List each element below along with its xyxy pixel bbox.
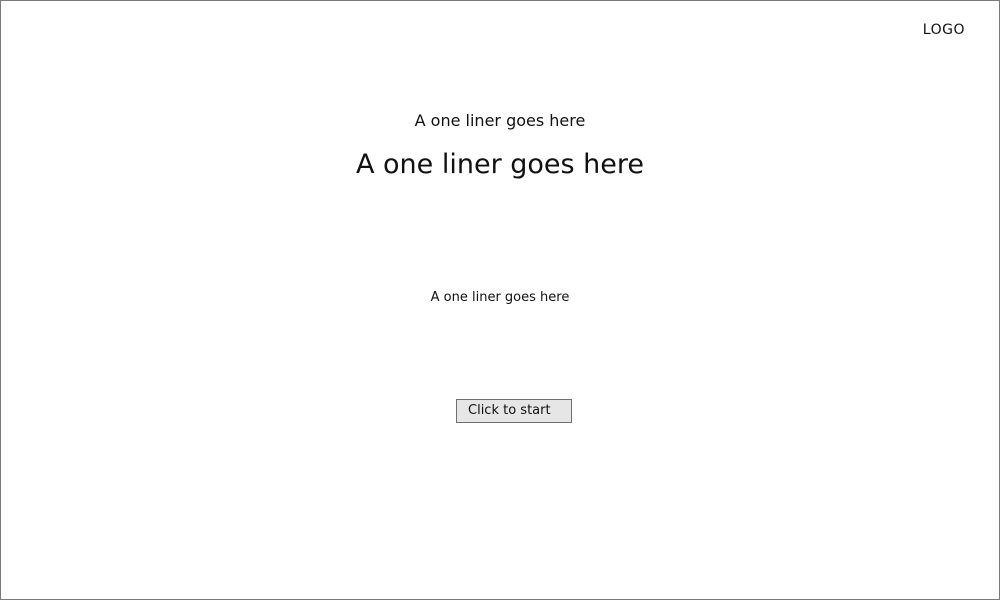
subtext: A one liner goes here xyxy=(430,290,570,305)
headline: A one liner goes here xyxy=(355,149,645,180)
landing-frame: LOGO A one liner goes here A one liner g… xyxy=(0,0,1000,600)
start-button[interactable]: Click to start xyxy=(456,399,572,423)
eyebrow-text: A one liner goes here xyxy=(414,111,586,130)
logo: LOGO xyxy=(922,22,965,38)
